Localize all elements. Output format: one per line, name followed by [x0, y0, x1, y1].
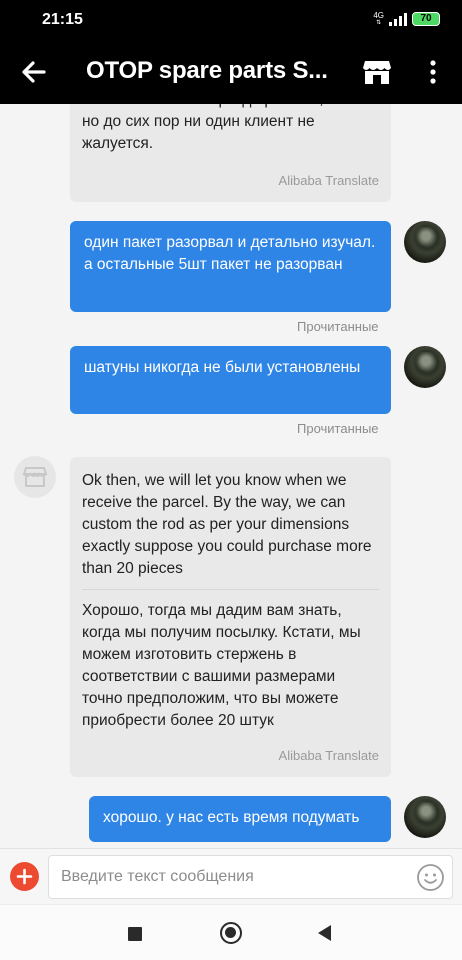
translation-divider: [82, 589, 379, 590]
more-vertical-icon: [430, 60, 436, 84]
status-bar: 21:15 4G ⇅ 70: [0, 0, 462, 40]
message-composer: [0, 848, 462, 904]
system-nav-bar: [0, 904, 462, 960]
read-status: Прочитанные: [297, 319, 379, 334]
user-avatar[interactable]: [404, 796, 446, 838]
message-outgoing: шатуны никогда не были установлены: [70, 346, 391, 414]
message-text: шатуны никогда не были установлены: [84, 359, 361, 376]
chat-title: OTOP spare parts S...: [86, 57, 328, 84]
recents-button[interactable]: [128, 927, 142, 941]
seller-avatar[interactable]: [14, 456, 56, 498]
message-input[interactable]: [48, 855, 453, 899]
smiley-icon: [417, 864, 444, 891]
arrow-left-icon: [22, 61, 46, 83]
translation-label: Alibaba Translate: [278, 748, 379, 763]
message-text: мы можем знать гораздо раньше, но до сих…: [82, 104, 324, 152]
network-indicator: 4G ⇅: [373, 11, 384, 27]
emoji-button[interactable]: [416, 863, 445, 892]
message-outgoing: хорошо. у нас есть время подумать: [89, 796, 391, 842]
signal-icon: [389, 12, 407, 26]
store-icon: [363, 61, 391, 84]
battery-icon: 70: [412, 12, 440, 26]
translation-label: Alibaba Translate: [278, 173, 379, 188]
translated-text: Хорошо, тогда мы дадим вам знать, когда …: [82, 602, 361, 729]
add-attachment-button[interactable]: [10, 862, 39, 891]
status-icons: 4G ⇅ 70: [373, 12, 440, 26]
message-text: один пакет разорвал и детально изучал. а…: [84, 234, 376, 273]
message-incoming: Ok then, we will let you know when we re…: [70, 457, 391, 777]
message-text: Ok then, we will let you know when we re…: [82, 472, 372, 577]
app-bar: OTOP spare parts S...: [0, 40, 462, 104]
status-time: 21:15: [42, 11, 83, 28]
more-menu-button[interactable]: [420, 58, 446, 86]
store-button[interactable]: [362, 57, 392, 87]
back-button[interactable]: [18, 56, 50, 88]
user-avatar[interactable]: [404, 221, 446, 263]
plus-icon: [16, 868, 33, 885]
battery-level: 70: [420, 13, 432, 24]
user-avatar[interactable]: [404, 346, 446, 388]
read-status: Прочитанные: [297, 421, 379, 436]
message-text: хорошо. у нас есть время подумать: [103, 809, 360, 826]
network-type: 4G: [373, 11, 384, 20]
message-outgoing: один пакет разорвал и детально изучал. а…: [70, 221, 391, 312]
message-incoming: мы можем знать гораздо раньше, но до сих…: [70, 104, 391, 202]
store-icon: [22, 467, 48, 487]
message-list[interactable]: мы можем знать гораздо раньше, но до сих…: [0, 104, 462, 848]
system-back-button[interactable]: [318, 925, 331, 941]
home-button[interactable]: [220, 922, 242, 944]
